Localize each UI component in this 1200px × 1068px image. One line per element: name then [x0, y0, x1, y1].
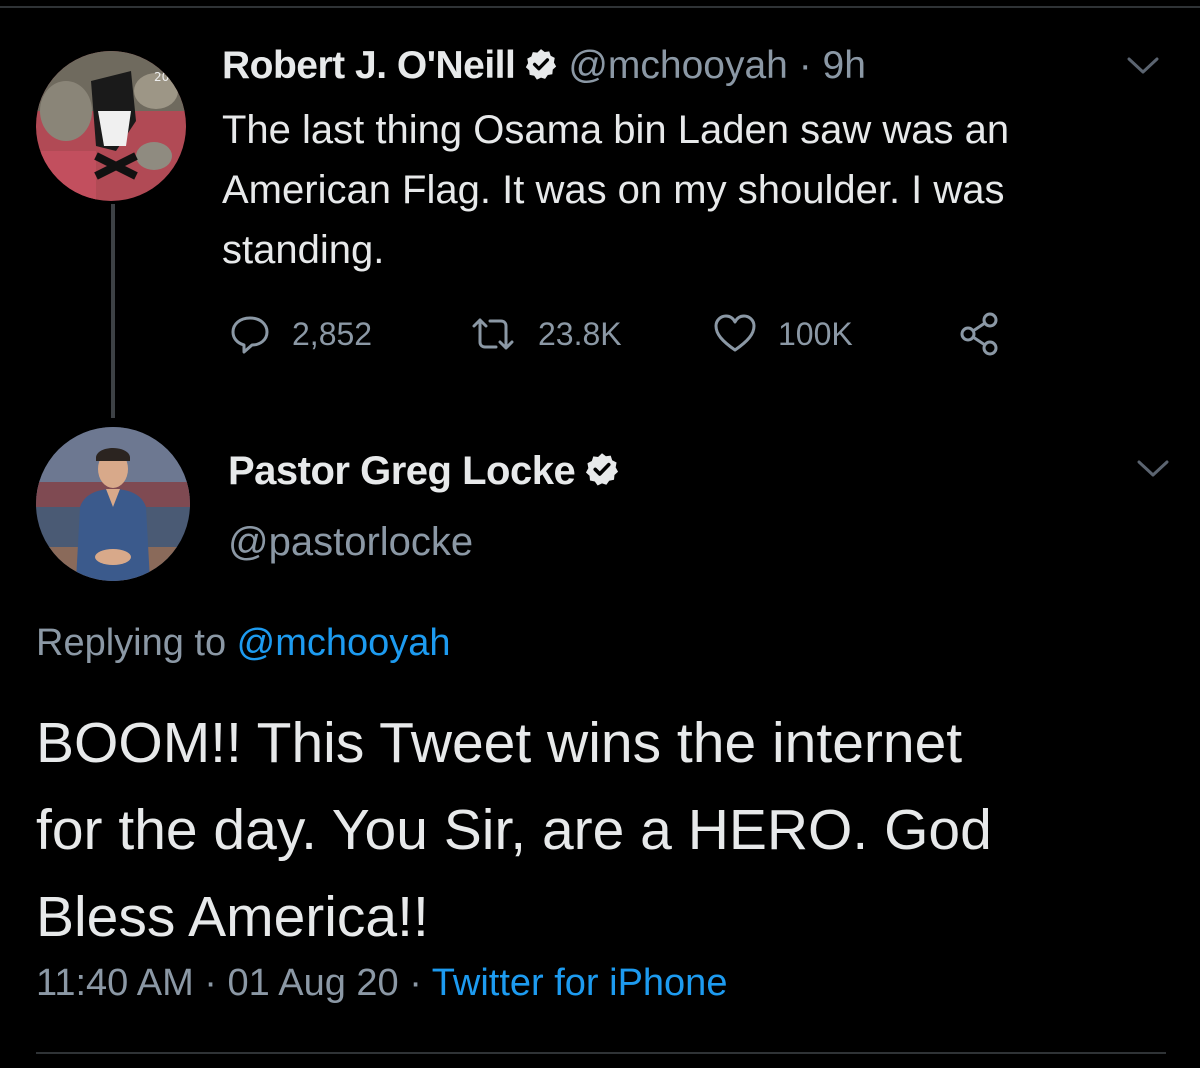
reply-count: 2,852	[292, 315, 373, 352]
avatar-robert-oneill[interactable]: 208	[36, 51, 186, 201]
replying-to-line: Replying to @mchooyah	[36, 622, 451, 665]
like-count: 100K	[778, 315, 853, 352]
reply-tweet-header: Pastor Greg Locke	[228, 447, 630, 495]
top-divider	[0, 6, 1200, 8]
tweet-source-link[interactable]: Twitter for iPhone	[432, 962, 728, 1004]
verified-badge-icon	[524, 47, 558, 86]
reply-bubble-icon	[228, 312, 272, 356]
tweet-meta: 11:40 AM · 01 Aug 20 · Twitter for iPhon…	[36, 962, 727, 1005]
bottom-divider	[36, 1052, 1166, 1054]
parent-tweet-text: The last thing Osama bin Laden saw was a…	[222, 108, 1010, 272]
share-icon	[958, 310, 1002, 358]
share-button[interactable]	[958, 310, 1002, 358]
parent-display-name[interactable]: Robert J. O'Neill	[222, 44, 516, 88]
reply-display-name[interactable]: Pastor Greg Locke	[228, 449, 576, 494]
retweet-button[interactable]: 23.8K	[468, 312, 622, 356]
thread-connector-line	[111, 204, 115, 418]
reply-button[interactable]: 2,852	[228, 312, 372, 356]
retweet-count: 23.8K	[538, 315, 622, 352]
reply-tweet-text: BOOM!! This Tweet wins the internet for …	[36, 711, 992, 949]
svg-text:208: 208	[154, 70, 177, 84]
chevron-down-icon[interactable]	[1126, 55, 1160, 82]
avatar-pastor-greg-locke[interactable]	[36, 427, 190, 581]
chevron-down-icon[interactable]	[1136, 458, 1170, 485]
heart-icon	[712, 312, 758, 356]
replying-to-mention-link[interactable]: @mchooyah	[237, 622, 451, 664]
parent-handle-time[interactable]: @mchooyah · 9h	[568, 44, 866, 88]
verified-badge-icon	[584, 451, 620, 492]
retweet-icon	[468, 312, 518, 356]
reply-handle[interactable]: @pastorlocke	[228, 520, 473, 565]
tweet-timestamp[interactable]: 11:40 AM · 01 Aug 20 ·	[36, 962, 432, 1004]
replying-to-label: Replying to	[36, 622, 237, 664]
like-button[interactable]: 100K	[712, 312, 853, 356]
parent-tweet-header: Robert J. O'Neill @mchooyah · 9h	[222, 42, 866, 90]
